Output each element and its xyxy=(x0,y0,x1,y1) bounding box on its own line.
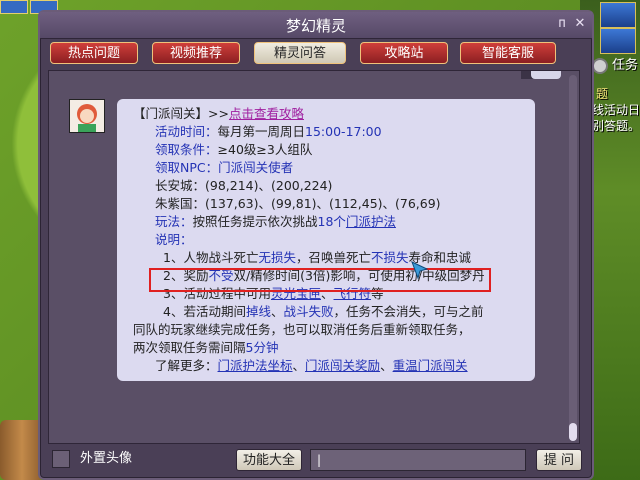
npc-value: 门派闯关使者 xyxy=(218,160,294,175)
desc-text: 1、人物战斗死亡 xyxy=(163,250,259,265)
highlight-box xyxy=(149,268,491,292)
tab-video[interactable]: 视频推荐 xyxy=(152,42,240,64)
gear-icon[interactable] xyxy=(592,58,608,74)
tab-hot-questions[interactable]: 热点问题 xyxy=(50,42,138,64)
game-side-text: 线活动日 xyxy=(592,103,640,117)
guardian-coords-link[interactable]: 门派护法坐标 xyxy=(218,358,293,373)
more-row: 了解更多：门派护法坐标、门派闯关奖励、重温门派闯关 xyxy=(155,357,468,375)
scrollbar-track[interactable] xyxy=(569,75,577,441)
avatar-icon xyxy=(70,100,104,132)
desc-highlight: 掉线 xyxy=(245,304,271,319)
game-status-icon[interactable] xyxy=(0,0,28,14)
condition-label: 领取条件： xyxy=(155,142,218,157)
pin-icon[interactable]: ᴨ xyxy=(554,16,570,32)
desc-text: 、 xyxy=(270,304,284,319)
external-avatar-checkbox[interactable] xyxy=(52,450,70,468)
city-zhuzi: 朱紫国：(137,63)、(99,81)、(112,45)、(76,69) xyxy=(155,196,441,211)
message-title-row: 【门派闯关】>>点击查看攻略 xyxy=(133,105,304,123)
time-label: 活动时间： xyxy=(155,124,218,139)
condition-row: 领取条件：≥40级≥3人组队 xyxy=(155,141,312,159)
npc-row: 领取NPC：门派闯关使者 xyxy=(155,159,293,177)
message-bubble: 【门派闯关】>>点击查看攻略 活动时间：每月第一周周日15:00-17:00 领… xyxy=(117,99,535,381)
task-label[interactable]: 任务 xyxy=(612,58,638,74)
desc-text: 、 xyxy=(292,358,306,373)
scrollbar-thumb[interactable] xyxy=(569,423,577,441)
game-side-icons xyxy=(594,0,640,60)
tab-smart-service[interactable]: 智能客服 xyxy=(460,42,556,64)
desc-text: ，任务不会消失，可与之前 xyxy=(333,304,484,319)
city-changan: 长安城：(98,214)、(200,224) xyxy=(155,178,333,193)
desc-text: ，召唤兽死亡 xyxy=(295,250,371,265)
game-side-text: 别答题。 xyxy=(592,119,640,133)
desc-highlight: 战斗失败 xyxy=(283,304,334,319)
desc-highlight: 不损失 xyxy=(371,250,409,265)
desc-highlight: 5分钟 xyxy=(245,340,279,355)
desc-label: 说明： xyxy=(155,231,193,249)
desc-label-text: 说明： xyxy=(155,232,193,247)
play-text: 按照任务提示依次挑战 xyxy=(192,214,318,229)
cursor-icon xyxy=(411,261,429,280)
play-label: 玩法： xyxy=(155,214,193,229)
ask-button[interactable]: 提 问 xyxy=(536,449,582,471)
desc-text: 、 xyxy=(380,358,393,373)
desc-highlight: 无损失 xyxy=(258,250,296,265)
sprite-window: 梦幻精灵 ᴨ ✕ 热点问题 视频推荐 精灵问答 攻略站 智能客服 【门派闯关】>… xyxy=(38,10,594,480)
tab-guide[interactable]: 攻略站 xyxy=(360,42,448,64)
time-value: 每月第一周周日 xyxy=(217,124,306,139)
condition-value: ≥40级≥3人组队 xyxy=(217,142,313,157)
desc-text: 4、若活动期间 xyxy=(163,304,246,319)
chat-area[interactable]: 【门派闯关】>>点击查看攻略 活动时间：每月第一周周日15:00-17:00 领… xyxy=(48,70,580,444)
desc-item-4: 4、若活动期间掉线、战斗失败，任务不会消失，可与之前 xyxy=(163,303,484,321)
desc-text: 两次领取任务需间隔 xyxy=(133,340,246,355)
window-title: 梦幻精灵 xyxy=(285,17,346,35)
npc-label: 领取NPC： xyxy=(155,160,219,175)
title-bar[interactable]: 梦幻精灵 ᴨ ✕ xyxy=(40,12,592,39)
rewards-link[interactable]: 门派闯关奖励 xyxy=(305,358,380,373)
tab-sprite-qa[interactable]: 精灵问答 xyxy=(254,42,346,64)
game-side-icon[interactable] xyxy=(600,2,636,28)
desc-item-4-cont: 同队的玩家继续完成任务，也可以取消任务后重新领取任务， xyxy=(133,322,471,337)
more-label: 了解更多： xyxy=(155,358,218,373)
game-side-icon[interactable] xyxy=(600,28,636,54)
external-avatar-label: 外置头像 xyxy=(80,451,133,466)
desc-item-4-cont2: 两次领取任务需间隔5分钟 xyxy=(133,339,278,357)
message-title: 【门派闯关】>> xyxy=(133,106,229,121)
sprite-avatar xyxy=(69,99,105,133)
time-hours: 15:00-17:00 xyxy=(305,124,382,139)
play-row: 玩法：按照任务提示依次挑战18个门派护法 xyxy=(155,213,396,231)
function-list-button[interactable]: 功能大全 xyxy=(236,449,302,471)
question-input[interactable]: | xyxy=(310,449,526,471)
game-side-text: 题 xyxy=(596,87,609,101)
play-count: 18个 xyxy=(317,214,346,229)
time-row: 活动时间：每月第一周周日15:00-17:00 xyxy=(155,123,382,141)
previous-message-edge xyxy=(531,71,561,79)
guardian-link[interactable]: 门派护法 xyxy=(346,214,396,229)
close-icon[interactable]: ✕ xyxy=(572,16,588,32)
view-guide-link[interactable]: 点击查看攻略 xyxy=(229,106,304,121)
review-link[interactable]: 重温门派闯关 xyxy=(393,358,468,373)
